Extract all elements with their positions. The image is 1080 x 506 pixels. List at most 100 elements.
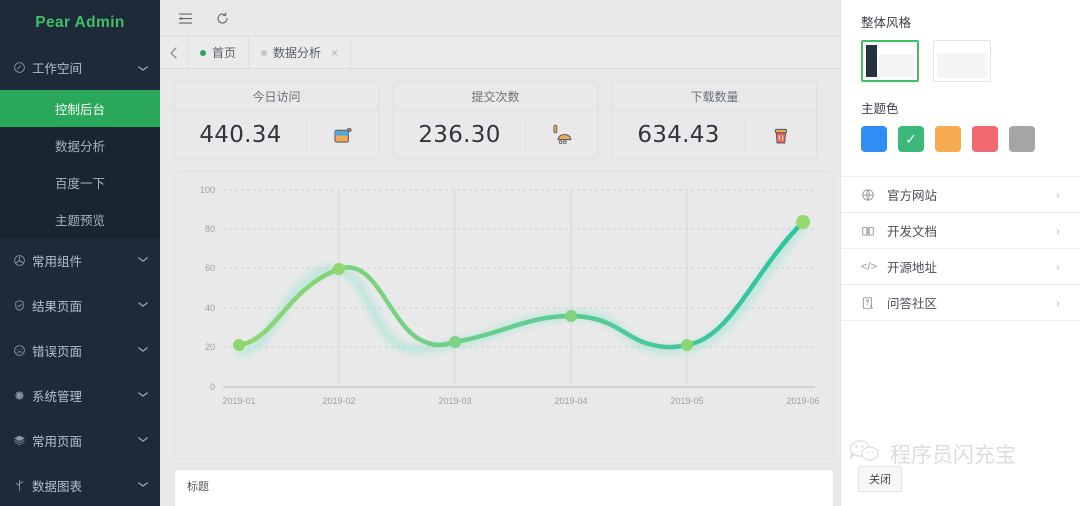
sidebar-group-label: 工作空间 <box>32 62 83 76</box>
component-icon <box>10 254 28 267</box>
thumb-header-shape <box>937 44 987 52</box>
link-open-source[interactable]: </> 开源地址 › <box>841 249 1080 285</box>
svg-text:80: 80 <box>205 224 215 234</box>
stat-card-submissions: 提交次数 236.30 <box>393 81 598 159</box>
style-option-plain[interactable] <box>933 40 991 82</box>
stat-card-title: 今日访问 <box>175 82 378 111</box>
sidebar-item-data-analysis[interactable]: 数据分析 <box>0 127 160 164</box>
menu-collapse-icon[interactable] <box>178 11 193 26</box>
chart-point <box>681 339 693 351</box>
svg-text:20: 20 <box>205 342 215 352</box>
color-section-title: 主题色 <box>861 102 899 116</box>
chevron-right-icon: › <box>1056 187 1060 202</box>
sidebar: Pear Admin 工作空间 控制后台 数据分析 百度一下 主题预览 常用组件… <box>0 0 160 506</box>
sidebar-group-common-pages[interactable]: 常用页面 <box>0 418 160 463</box>
stat-card-value: 634.43 <box>637 121 720 148</box>
stat-card-value: 236.30 <box>418 121 501 148</box>
chart-point <box>565 310 577 322</box>
chevron-down-icon <box>138 346 148 355</box>
sidebar-item-baidu[interactable]: 百度一下 <box>0 164 160 201</box>
sidebar-submenu-workspace: 控制后台 数据分析 百度一下 主题预览 <box>0 90 160 238</box>
stat-card-downloads: 下载数量 634.43 <box>612 81 817 159</box>
tab-home[interactable]: 首页 <box>188 37 250 68</box>
sidebar-group-label: 结果页面 <box>32 300 83 314</box>
sidebar-group-components[interactable]: 常用组件 <box>0 238 160 283</box>
tab-label: 首页 <box>212 46 237 60</box>
link-label: 问答社区 <box>887 297 938 311</box>
tab-label: 数据分析 <box>273 46 322 60</box>
paint-bucket-icon <box>306 117 378 152</box>
chevron-down-icon <box>138 436 148 445</box>
sidebar-group-error-pages[interactable]: 错误页面 <box>0 328 160 373</box>
link-label: 开源地址 <box>887 261 938 275</box>
brand-logo: Pear Admin <box>0 0 160 45</box>
svg-text:100: 100 <box>200 185 215 195</box>
dashboard-icon <box>10 61 28 74</box>
chart-point <box>233 339 245 351</box>
code-icon: </> <box>861 260 877 273</box>
color-swatch-red[interactable] <box>972 126 998 152</box>
sidebar-group-label: 常用页面 <box>32 435 83 449</box>
svg-text:2019-03: 2019-03 <box>438 396 471 406</box>
chart-glow <box>238 221 806 357</box>
color-section: 主题色 ✓ <box>841 82 1080 152</box>
link-qa-community[interactable]: 问答社区 › <box>841 285 1080 321</box>
chart-y-ticks: 100 80 60 40 20 0 <box>200 185 215 392</box>
style-thumbnails <box>861 40 1060 82</box>
link-official-website[interactable]: 官方网站 › <box>841 177 1080 213</box>
theme-color-swatches: ✓ <box>861 126 1060 152</box>
sidebar-group-workspace[interactable]: 工作空间 <box>0 45 160 90</box>
close-button[interactable]: 关闭 <box>858 466 902 492</box>
chevron-down-icon <box>138 481 148 490</box>
style-option-side-menu[interactable] <box>861 40 919 82</box>
sad-face-icon <box>10 344 28 357</box>
sidebar-group-label: 常用组件 <box>32 255 83 269</box>
color-swatch-orange[interactable] <box>935 126 961 152</box>
close-icon[interactable]: × <box>331 46 338 60</box>
chevron-down-icon <box>138 391 148 400</box>
stat-card-title: 提交次数 <box>394 82 597 111</box>
thumb-content-shape <box>937 53 987 78</box>
thumb-content-shape <box>879 54 914 77</box>
stat-card-value: 440.34 <box>199 121 282 148</box>
link-dev-docs[interactable]: 开发文档 › <box>841 213 1080 249</box>
style-section-title: 整体风格 <box>861 16 912 30</box>
food-cover-icon <box>525 117 597 152</box>
app-root: Pear Admin 工作空间 控制后台 数据分析 百度一下 主题预览 常用组件… <box>0 0 1080 506</box>
chart-gridlines <box>223 189 815 388</box>
tab-status-dot <box>200 49 206 56</box>
thumb-header-shape <box>879 45 914 53</box>
settings-panel: 整体风格 主题色 ✓ 官方网站 › 开发文档 › </> 开源地址 › 问答社区… <box>840 0 1080 506</box>
color-swatch-green[interactable]: ✓ <box>898 126 924 152</box>
svg-text:2019-06: 2019-06 <box>786 396 819 406</box>
sidebar-group-system[interactable]: 系统管理 <box>0 373 160 418</box>
bottom-card-title: 标题 <box>187 481 209 493</box>
chevron-left-icon[interactable] <box>160 37 188 68</box>
svg-text:60: 60 <box>205 263 215 273</box>
chevron-down-icon <box>138 301 148 310</box>
visits-line-chart: 100 80 60 40 20 0 2019-01 2019-02 2019-0… <box>174 171 834 459</box>
sidebar-group-charts[interactable]: 数据图表 <box>0 463 160 506</box>
chart-point <box>333 263 345 275</box>
sidebar-group-result-pages[interactable]: 结果页面 <box>0 283 160 328</box>
refresh-icon[interactable] <box>215 11 230 26</box>
chevron-right-icon: › <box>1056 295 1060 310</box>
stat-card-title: 下载数量 <box>613 82 816 111</box>
book-icon <box>861 224 883 238</box>
sidebar-group-label: 数据图表 <box>32 480 83 494</box>
stat-card-today-visits: 今日访问 440.34 <box>174 81 379 159</box>
chart-icon <box>10 479 28 492</box>
tab-data-analysis[interactable]: 数据分析 × <box>249 37 352 68</box>
color-swatch-gray[interactable] <box>1009 126 1035 152</box>
sidebar-item-control-backend[interactable]: 控制后台 <box>0 90 160 127</box>
chart-svg: 100 80 60 40 20 0 2019-01 2019-02 2019-0… <box>200 185 820 406</box>
panel-link-list: 官方网站 › 开发文档 › </> 开源地址 › 问答社区 › <box>841 176 1080 321</box>
sidebar-item-theme-preview[interactable]: 主题预览 <box>0 201 160 238</box>
color-swatch-blue[interactable] <box>861 126 887 152</box>
style-section: 整体风格 <box>841 0 1080 82</box>
shield-check-icon <box>10 299 28 312</box>
question-note-icon <box>861 296 883 310</box>
chart-x-ticks: 2019-01 2019-02 2019-03 2019-04 2019-05 … <box>222 396 819 406</box>
chart-point <box>449 336 461 348</box>
globe-icon <box>861 188 883 202</box>
